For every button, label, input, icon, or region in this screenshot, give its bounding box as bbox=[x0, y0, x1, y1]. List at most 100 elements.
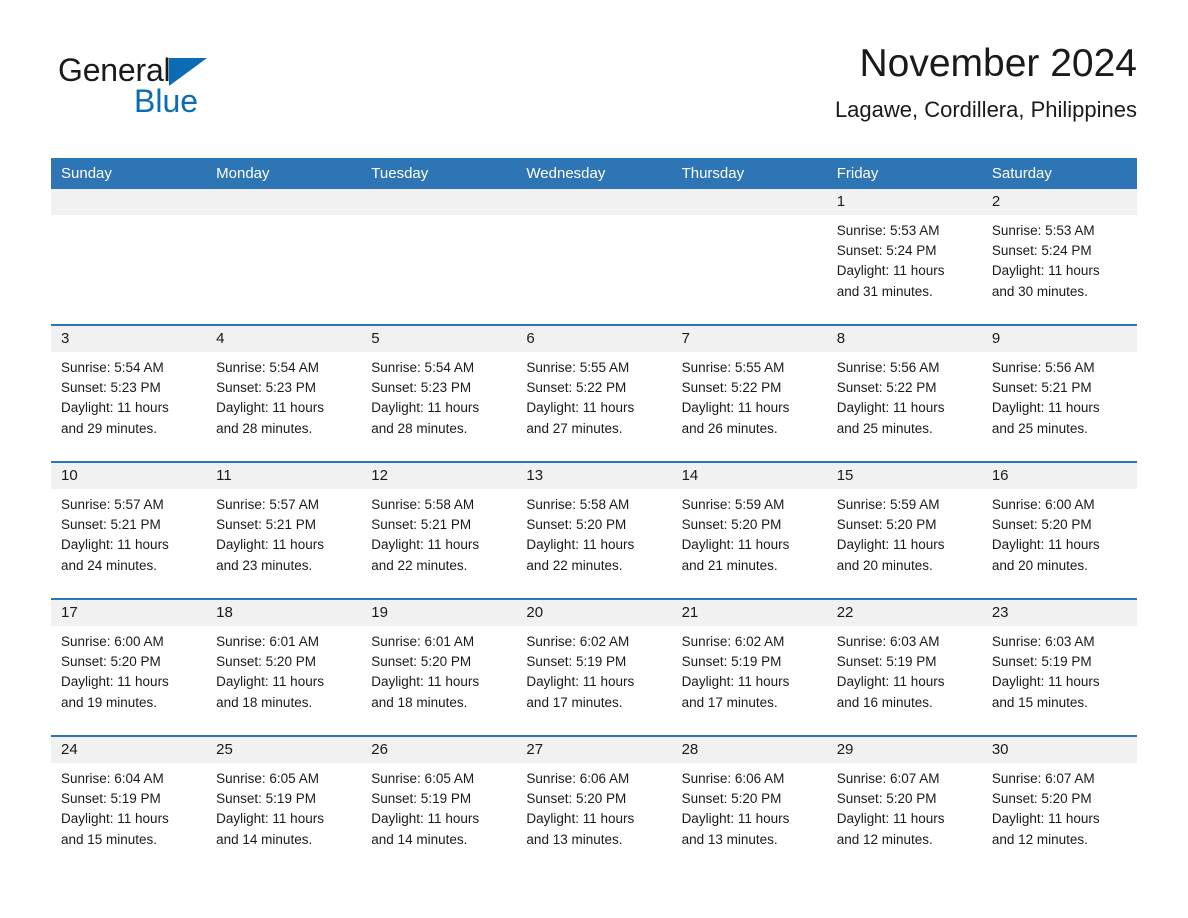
day-cell-19[interactable]: Sunrise: 6:01 AM Sunset: 5:20 PM Daylight:… bbox=[361, 626, 516, 735]
day-number-19[interactable]: 19 bbox=[361, 600, 516, 626]
day-number-12[interactable]: 12 bbox=[361, 463, 516, 489]
logo-text-blue: Blue bbox=[134, 83, 199, 119]
day-cell-28[interactable]: Sunrise: 6:06 AM Sunset: 5:20 PM Daylight:… bbox=[672, 763, 827, 868]
day-number-27[interactable]: 27 bbox=[516, 737, 671, 763]
day-cell-15[interactable]: Sunrise: 5:59 AM Sunset: 5:20 PM Daylight:… bbox=[827, 489, 982, 598]
day-number-29[interactable]: 29 bbox=[827, 737, 982, 763]
day-number-22[interactable]: 22 bbox=[827, 600, 982, 626]
day-cell-25[interactable]: Sunrise: 6:05 AM Sunset: 5:19 PM Daylight:… bbox=[206, 763, 361, 868]
calendar-week-row: 17 18 19 20 21 22 23 Sunrise: 6:00 AM Sunset: 5:… bbox=[51, 598, 1137, 735]
day-cell-5[interactable]: Sunrise: 5:54 AM Sunset: 5:23 PM Daylight:… bbox=[361, 352, 516, 461]
day-detail-line: Sunset: 5:20 PM bbox=[991, 791, 1092, 807]
day-cell-18[interactable]: Sunrise: 6:01 AM Sunset: 5:20 PM Daylight:… bbox=[206, 626, 361, 735]
day-number-17[interactable]: 17 bbox=[51, 600, 206, 626]
title-block: November 2024 Lagawe, Cordillera, Philip… bbox=[835, 40, 1137, 123]
day-number-15[interactable]: 15 bbox=[827, 463, 982, 489]
day-cell-10[interactable]: Sunrise: 5:57 AM Sunset: 5:21 PM Daylight:… bbox=[51, 489, 206, 598]
day-detail-line: Sunrise: 6:01 AM bbox=[216, 634, 319, 649]
day-cell-8[interactable]: Sunrise: 5:56 AM Sunset: 5:22 PM Daylight:… bbox=[827, 352, 982, 461]
day-detail-line: Sunset: 5:19 PM bbox=[371, 791, 472, 807]
day-cell-24[interactable]: Sunrise: 6:04 AM Sunset: 5:19 PM Daylight:… bbox=[51, 763, 206, 868]
day-detail-line: Sunset: 5:19 PM bbox=[681, 654, 782, 670]
day-number-4[interactable]: 4 bbox=[206, 326, 361, 352]
weekday-header-saturday: Saturday bbox=[991, 165, 1052, 182]
general-blue-logo[interactable]: General Blue bbox=[58, 53, 298, 133]
day-cell-3[interactable]: Sunrise: 5:54 AM Sunset: 5:23 PM Daylight:… bbox=[51, 352, 206, 461]
day-detail-line: and 13 minutes. bbox=[681, 831, 778, 847]
day-cell-13[interactable]: Sunrise: 5:58 AM Sunset: 5:20 PM Daylight:… bbox=[516, 489, 671, 598]
day-cell-22[interactable]: Sunrise: 6:03 AM Sunset: 5:19 PM Daylight:… bbox=[827, 626, 982, 735]
day-number-5[interactable]: 5 bbox=[361, 326, 516, 352]
day-detail-line: and 18 minutes. bbox=[216, 694, 313, 710]
day-detail-line: Sunset: 5:19 PM bbox=[836, 654, 937, 670]
day-number-6[interactable]: 6 bbox=[516, 326, 671, 352]
week-date-strip: 17 18 19 20 21 22 23 bbox=[51, 600, 1137, 626]
day-cell-27[interactable]: Sunrise: 6:06 AM Sunset: 5:20 PM Daylight:… bbox=[516, 763, 671, 868]
day-cell-26[interactable]: Sunrise: 6:05 AM Sunset: 5:19 PM Daylight:… bbox=[361, 763, 516, 868]
day-number-30[interactable]: 30 bbox=[982, 737, 1137, 763]
day-cell-empty bbox=[672, 215, 827, 324]
weekday-header-sunday: Sunday bbox=[61, 165, 112, 182]
day-cell-2[interactable]: Sunrise: 5:53 AM Sunset: 5:24 PM Daylight:… bbox=[982, 215, 1137, 324]
calendar-weeks: 1 2 Sunrise: 5:53 AM Sunset: 5:24 PM Dayligh… bbox=[51, 189, 1137, 868]
day-detail-line: Sunrise: 6:07 AM bbox=[836, 771, 940, 786]
day-number-24[interactable]: 24 bbox=[51, 737, 206, 763]
day-number-21[interactable]: 21 bbox=[672, 600, 827, 626]
day-detail-line: Daylight: 11 hours bbox=[61, 400, 169, 416]
day-cell-30[interactable]: Sunrise: 6:07 AM Sunset: 5:20 PM Daylight:… bbox=[982, 763, 1137, 868]
day-number-25[interactable]: 25 bbox=[206, 737, 361, 763]
day-number-18[interactable]: 18 bbox=[206, 600, 361, 626]
day-number-26[interactable]: 26 bbox=[361, 737, 516, 763]
day-detail-line: and 31 minutes. bbox=[836, 283, 933, 299]
day-detail-line: Sunset: 5:20 PM bbox=[526, 517, 627, 533]
day-detail-line: Sunset: 5:20 PM bbox=[681, 517, 782, 533]
day-number-16[interactable]: 16 bbox=[982, 463, 1137, 489]
day-cell-empty bbox=[361, 215, 516, 324]
day-detail-line: Daylight: 11 hours bbox=[836, 674, 945, 690]
day-detail-line: and 15 minutes. bbox=[991, 694, 1088, 710]
weekday-header-tuesday: Tuesday bbox=[371, 165, 429, 182]
day-detail-line: and 23 minutes. bbox=[216, 557, 313, 573]
day-number-28[interactable]: 28 bbox=[672, 737, 827, 763]
day-cell-21[interactable]: Sunrise: 6:02 AM Sunset: 5:19 PM Daylight:… bbox=[672, 626, 827, 735]
day-cell-14[interactable]: Sunrise: 5:59 AM Sunset: 5:20 PM Daylight:… bbox=[672, 489, 827, 598]
weekday-header-monday: Monday bbox=[216, 165, 270, 182]
day-number-11[interactable]: 11 bbox=[206, 463, 361, 489]
day-number-13[interactable]: 13 bbox=[516, 463, 671, 489]
day-detail-line: Sunrise: 5:55 AM bbox=[526, 360, 630, 375]
day-number-2[interactable]: 2 bbox=[982, 189, 1137, 215]
day-cell-16[interactable]: Sunrise: 6:00 AM Sunset: 5:20 PM Daylight:… bbox=[982, 489, 1137, 598]
day-cell-29[interactable]: Sunrise: 6:07 AM Sunset: 5:20 PM Daylight:… bbox=[827, 763, 982, 868]
day-cell-17[interactable]: Sunrise: 6:00 AM Sunset: 5:20 PM Daylight:… bbox=[51, 626, 206, 735]
day-detail-line: Sunset: 5:23 PM bbox=[61, 380, 161, 396]
day-cell-7[interactable]: Sunrise: 5:55 AM Sunset: 5:22 PM Daylight:… bbox=[672, 352, 827, 461]
day-number-7[interactable]: 7 bbox=[672, 326, 827, 352]
day-cell-20[interactable]: Sunrise: 6:02 AM Sunset: 5:19 PM Daylight:… bbox=[516, 626, 671, 735]
day-number-23[interactable]: 23 bbox=[982, 600, 1137, 626]
day-number-20[interactable]: 20 bbox=[516, 600, 671, 626]
day-detail-line: Sunset: 5:23 PM bbox=[371, 380, 472, 396]
day-number-8[interactable]: 8 bbox=[827, 326, 982, 352]
calendar-week-row: 1 2 Sunrise: 5:53 AM Sunset: 5:24 PM Dayligh… bbox=[51, 189, 1137, 324]
day-number-9[interactable]: 9 bbox=[982, 326, 1137, 352]
day-detail-line: Sunrise: 5:53 AM bbox=[836, 223, 940, 238]
day-detail-line: Sunset: 5:20 PM bbox=[371, 654, 472, 670]
day-detail-line: Daylight: 11 hours bbox=[526, 400, 635, 416]
day-detail-line: and 12 minutes. bbox=[991, 831, 1088, 847]
day-cell-9[interactable]: Sunrise: 5:56 AM Sunset: 5:21 PM Daylight:… bbox=[982, 352, 1137, 461]
logo-wordmark-general: General bbox=[58, 53, 298, 87]
day-cell-1[interactable]: Sunrise: 5:53 AM Sunset: 5:24 PM Daylight:… bbox=[827, 215, 982, 324]
day-number-14[interactable]: 14 bbox=[672, 463, 827, 489]
day-cell-6[interactable]: Sunrise: 5:55 AM Sunset: 5:22 PM Daylight:… bbox=[516, 352, 671, 461]
day-detail-line: and 15 minutes. bbox=[61, 831, 158, 847]
day-number-10[interactable]: 10 bbox=[51, 463, 206, 489]
day-number-empty bbox=[51, 189, 206, 215]
day-number-3[interactable]: 3 bbox=[51, 326, 206, 352]
day-cell-4[interactable]: Sunrise: 5:54 AM Sunset: 5:23 PM Daylight:… bbox=[206, 352, 361, 461]
day-detail-line: Sunrise: 5:54 AM bbox=[61, 360, 164, 375]
day-number-1[interactable]: 1 bbox=[827, 189, 982, 215]
day-cell-23[interactable]: Sunrise: 6:03 AM Sunset: 5:19 PM Daylight:… bbox=[982, 626, 1137, 735]
day-cell-12[interactable]: Sunrise: 5:58 AM Sunset: 5:21 PM Daylight:… bbox=[361, 489, 516, 598]
day-detail-line: Sunrise: 6:00 AM bbox=[991, 497, 1095, 512]
day-cell-11[interactable]: Sunrise: 5:57 AM Sunset: 5:21 PM Daylight:… bbox=[206, 489, 361, 598]
